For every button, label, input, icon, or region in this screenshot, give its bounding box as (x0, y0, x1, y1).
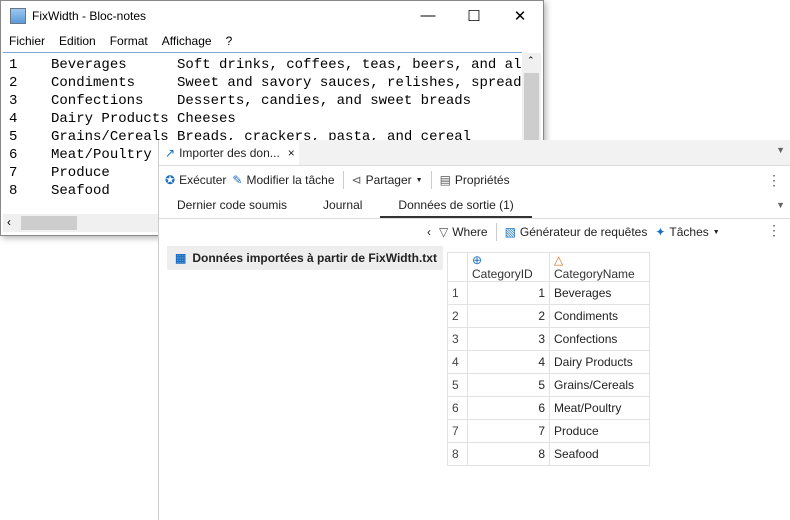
table-row[interactable]: 1 1 Beverages (447, 281, 650, 305)
table-row[interactable]: 7 7 Produce (447, 419, 650, 443)
table-row[interactable]: 3 3 Confections (447, 327, 650, 351)
table-row[interactable]: 8 8 Seafood (447, 442, 650, 466)
category-id-cell[interactable]: 5 (467, 373, 550, 397)
run-button[interactable]: ✪ Exécuter (165, 173, 226, 187)
menu-edition[interactable]: Edition (59, 34, 96, 48)
maximize-button[interactable]: ☐ (451, 7, 497, 25)
table-row[interactable]: 5 5 Grains/Cereals (447, 373, 650, 397)
more-options-icon[interactable]: ⋮ (767, 172, 781, 189)
tab-label: Importer des don... (179, 145, 280, 160)
run-icon: ✪ (165, 173, 176, 187)
subtab-dropdown-icon[interactable]: ▼ (776, 200, 785, 210)
edit-task-button[interactable]: ✎ Modifier la tâche (232, 173, 334, 187)
where-label: Where (452, 225, 488, 239)
share-button[interactable]: ⊲ Partager ▼ (352, 173, 423, 187)
share-label: Partager (365, 173, 412, 187)
tasks-label: Tâches (669, 225, 709, 239)
category-name-cell[interactable]: Seafood (549, 442, 650, 466)
tasks-icon: ✦ (655, 225, 666, 239)
text-line: 2 Condiments Sweet and savory sauces, re… (9, 75, 522, 91)
tasks-button[interactable]: ✦ Tâches ▼ (655, 225, 719, 239)
category-id-cell[interactable]: 6 (467, 396, 550, 420)
category-id-cell[interactable]: 2 (467, 304, 550, 328)
query-icon: ▧ (504, 225, 516, 239)
menu-format[interactable]: Format (110, 34, 148, 48)
category-id-cell[interactable]: 7 (467, 419, 550, 443)
category-id-cell[interactable]: 8 (467, 442, 550, 466)
tab-output-data[interactable]: Données de sortie (1) (380, 194, 532, 218)
run-label: Exécuter (179, 173, 227, 187)
collapse-icon[interactable]: ‹ (427, 225, 431, 239)
character-icon: △ (554, 253, 564, 267)
category-name-cell[interactable]: Dairy Products (549, 350, 650, 374)
column-header-categoryid[interactable]: ⊕ CategoryID (467, 252, 550, 282)
where-button[interactable]: ▽ Where (439, 225, 488, 239)
column-header-categoryname[interactable]: △ CategoryName (549, 252, 650, 282)
grid-toolbar: ‹ ▽ Where ▧ Générateur de requêtes ✦ Tâches… (427, 220, 720, 244)
sas-import-window: ↗ Importer des don... × ▼ ✪ Exécuter ✎ Mod… (158, 140, 790, 520)
table-row[interactable]: 2 2 Condiments (447, 304, 650, 328)
column-label: CategoryID (472, 267, 533, 281)
notepad-titlebar: FixWidth - Bloc-notes — ☐ ✕ (1, 1, 543, 31)
menu-affichage[interactable]: Affichage (162, 34, 212, 48)
menu-fichier[interactable]: Fichier (9, 34, 45, 48)
notepad-icon (10, 8, 26, 24)
menu-bar: Fichier Edition Format Affichage ? (1, 31, 543, 51)
row-number[interactable]: 8 (447, 442, 468, 466)
dataset-icon: ▦ (175, 251, 187, 265)
share-icon: ⊲ (351, 173, 362, 187)
query-builder-button[interactable]: ▧ Générateur de requêtes (505, 225, 648, 239)
row-number[interactable]: 5 (447, 373, 468, 397)
table-row[interactable]: 4 4 Dairy Products (447, 350, 650, 374)
close-tab-icon[interactable]: × (288, 146, 295, 160)
close-button[interactable]: ✕ (497, 7, 543, 25)
data-grid: ⊕ CategoryID △ CategoryName 1 1 Beverages 2… (447, 252, 650, 466)
row-number[interactable]: 1 (447, 281, 468, 305)
import-icon: ↗ (165, 145, 176, 160)
minimize-button[interactable]: — (405, 7, 451, 25)
edit-label: Modifier la tâche (246, 173, 335, 187)
query-label: Générateur de requêtes (519, 225, 648, 239)
category-name-cell[interactable]: Produce (549, 419, 650, 443)
category-name-cell[interactable]: Condiments (549, 304, 650, 328)
row-number[interactable]: 6 (447, 396, 468, 420)
text-line: 3 Confections Desserts, candies, and swe… (9, 93, 472, 109)
window-title: FixWidth - Bloc-notes (32, 9, 147, 23)
column-label: CategoryName (554, 267, 635, 281)
text-line: 1 Beverages Soft drinks, coffees, teas, … (9, 57, 522, 73)
properties-button[interactable]: ▤ Propriétés (440, 173, 510, 187)
menu-help[interactable]: ? (226, 34, 233, 48)
tab-import[interactable]: ↗ Importer des don... × (159, 140, 299, 165)
row-number[interactable]: 7 (447, 419, 468, 443)
pencil-icon: ✎ (232, 173, 243, 187)
numeric-icon: ⊕ (472, 253, 483, 267)
category-id-cell[interactable]: 3 (467, 327, 550, 351)
category-name-cell[interactable]: Confections (549, 327, 650, 351)
category-id-cell[interactable]: 1 (467, 281, 550, 305)
row-number[interactable]: 2 (447, 304, 468, 328)
tab-log[interactable]: Journal (305, 194, 380, 218)
properties-label: Propriétés (454, 173, 510, 187)
task-toolbar: ✪ Exécuter ✎ Modifier la tâche ⊲ Partager ▼ … (159, 166, 790, 194)
category-name-cell[interactable]: Meat/Poultry (549, 396, 650, 420)
text-line: 4 Dairy Products Cheeses (9, 111, 236, 127)
row-number[interactable]: 4 (447, 350, 468, 374)
filter-icon: ▽ (439, 225, 449, 239)
tab-code[interactable]: Dernier code soumis (159, 194, 305, 218)
category-name-cell[interactable]: Beverages (549, 281, 650, 305)
category-id-cell[interactable]: 4 (467, 350, 550, 374)
row-number[interactable]: 3 (447, 327, 468, 351)
grid-more-icon[interactable]: ⋮ (767, 222, 781, 239)
tab-list-dropdown-icon[interactable]: ▼ (776, 145, 785, 155)
dataset-label: Données importées à partir de FixWidth.t… (192, 251, 437, 265)
properties-icon: ▤ (439, 173, 451, 187)
dataset-item[interactable]: ▦ Données importées à partir de FixWidth… (167, 246, 443, 270)
category-name-cell[interactable]: Grains/Cereals (549, 373, 650, 397)
table-row[interactable]: 6 6 Meat/Poultry (447, 396, 650, 420)
sub-tabs: Dernier code soumis Journal Données de s… (159, 194, 790, 219)
